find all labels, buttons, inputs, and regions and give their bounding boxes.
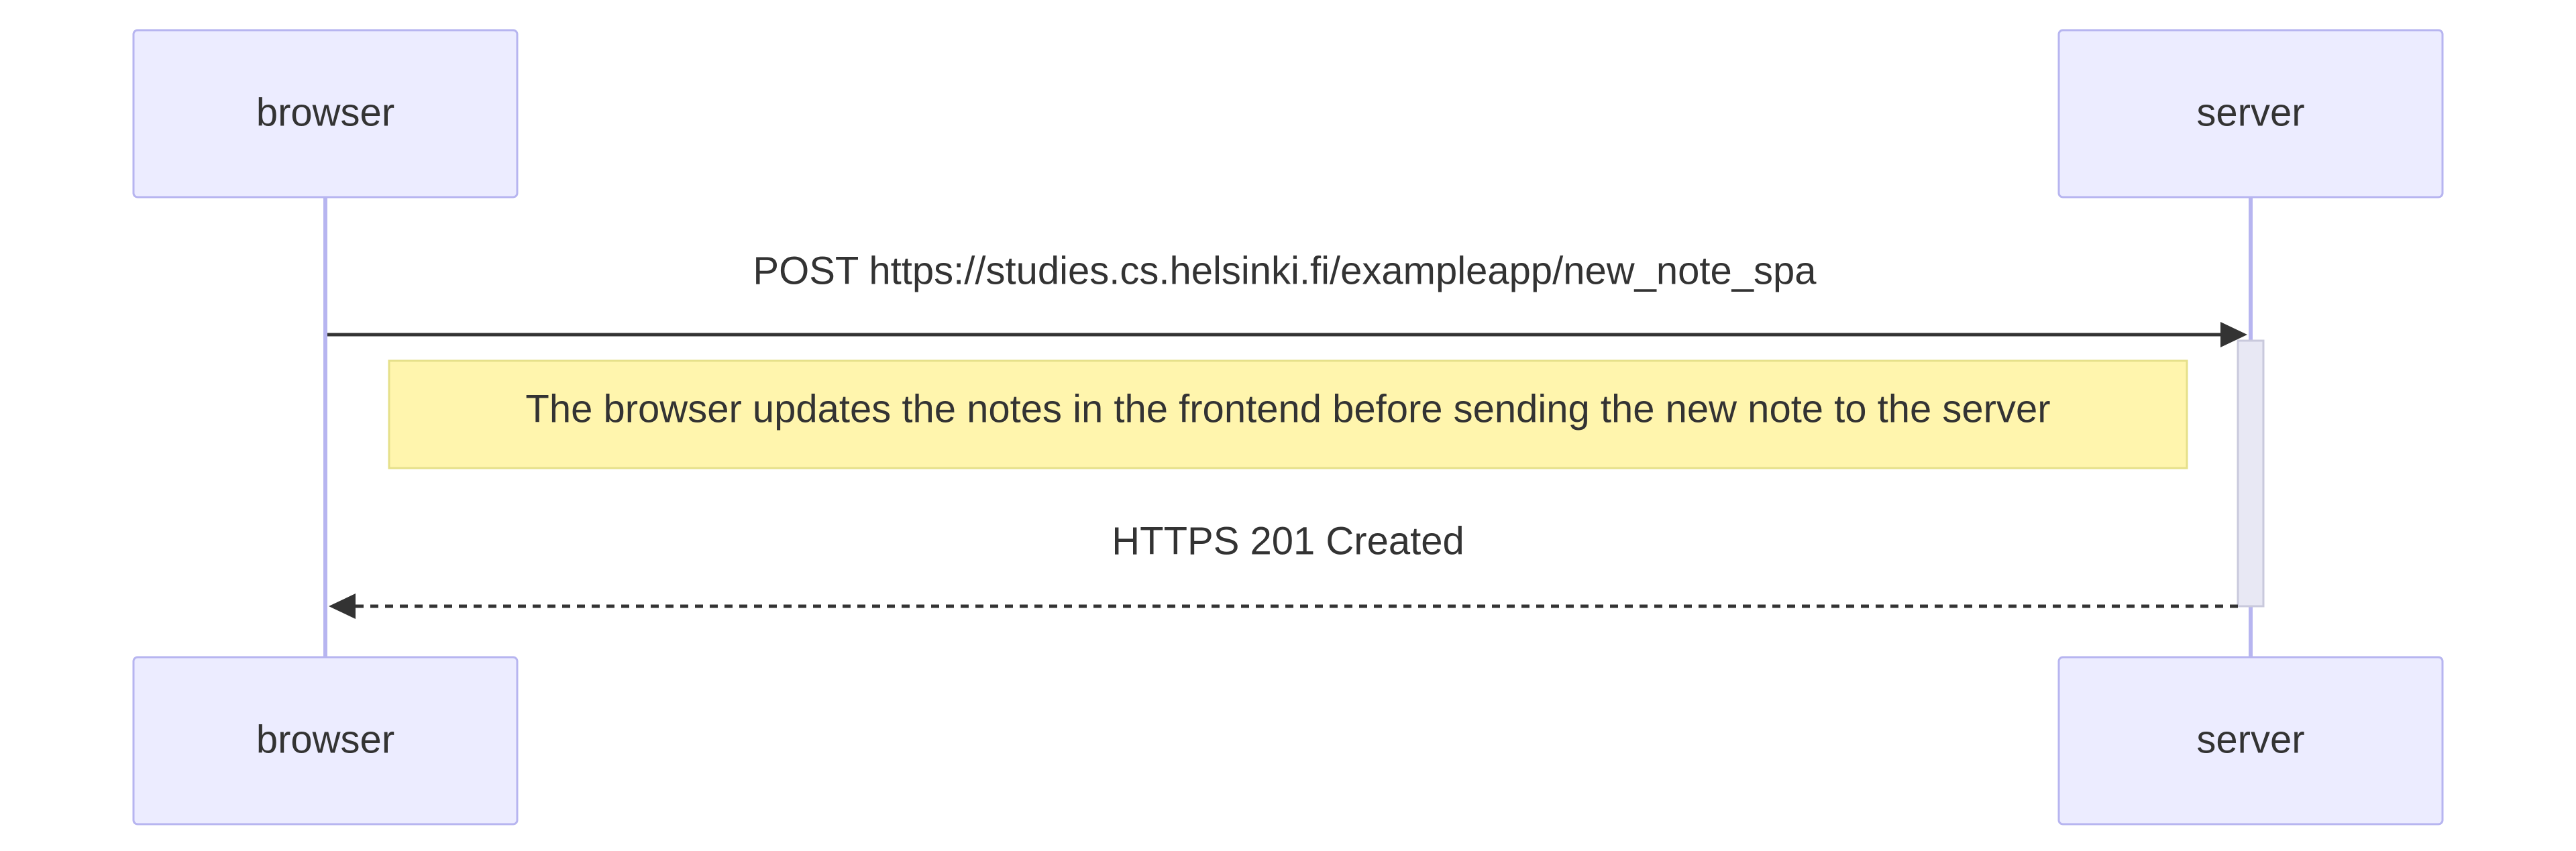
message-post-label: POST https://studies.cs.helsinki.fi/exam…	[753, 249, 1817, 292]
message-response-arrowhead	[329, 593, 356, 619]
actor-server-top-label: server	[2196, 91, 2304, 134]
actor-browser-top: browser	[132, 29, 519, 198]
actor-server-bottom: server	[2057, 656, 2444, 826]
note: The browser updates the notes in the fro…	[388, 359, 2188, 469]
actor-browser-bottom-label: browser	[256, 718, 394, 761]
actor-browser-top-label: browser	[256, 91, 394, 134]
sequence-diagram: browser server POST https://studies.cs.h…	[132, 29, 2444, 826]
note-label: The browser updates the notes in the fro…	[525, 387, 2050, 431]
actor-server-top: server	[2057, 29, 2444, 198]
server-activation-bar	[2237, 339, 2265, 608]
actor-browser-bottom: browser	[132, 656, 519, 826]
actor-server-bottom-label: server	[2196, 718, 2304, 761]
message-response-label: HTTPS 201 Created	[1112, 519, 1464, 563]
